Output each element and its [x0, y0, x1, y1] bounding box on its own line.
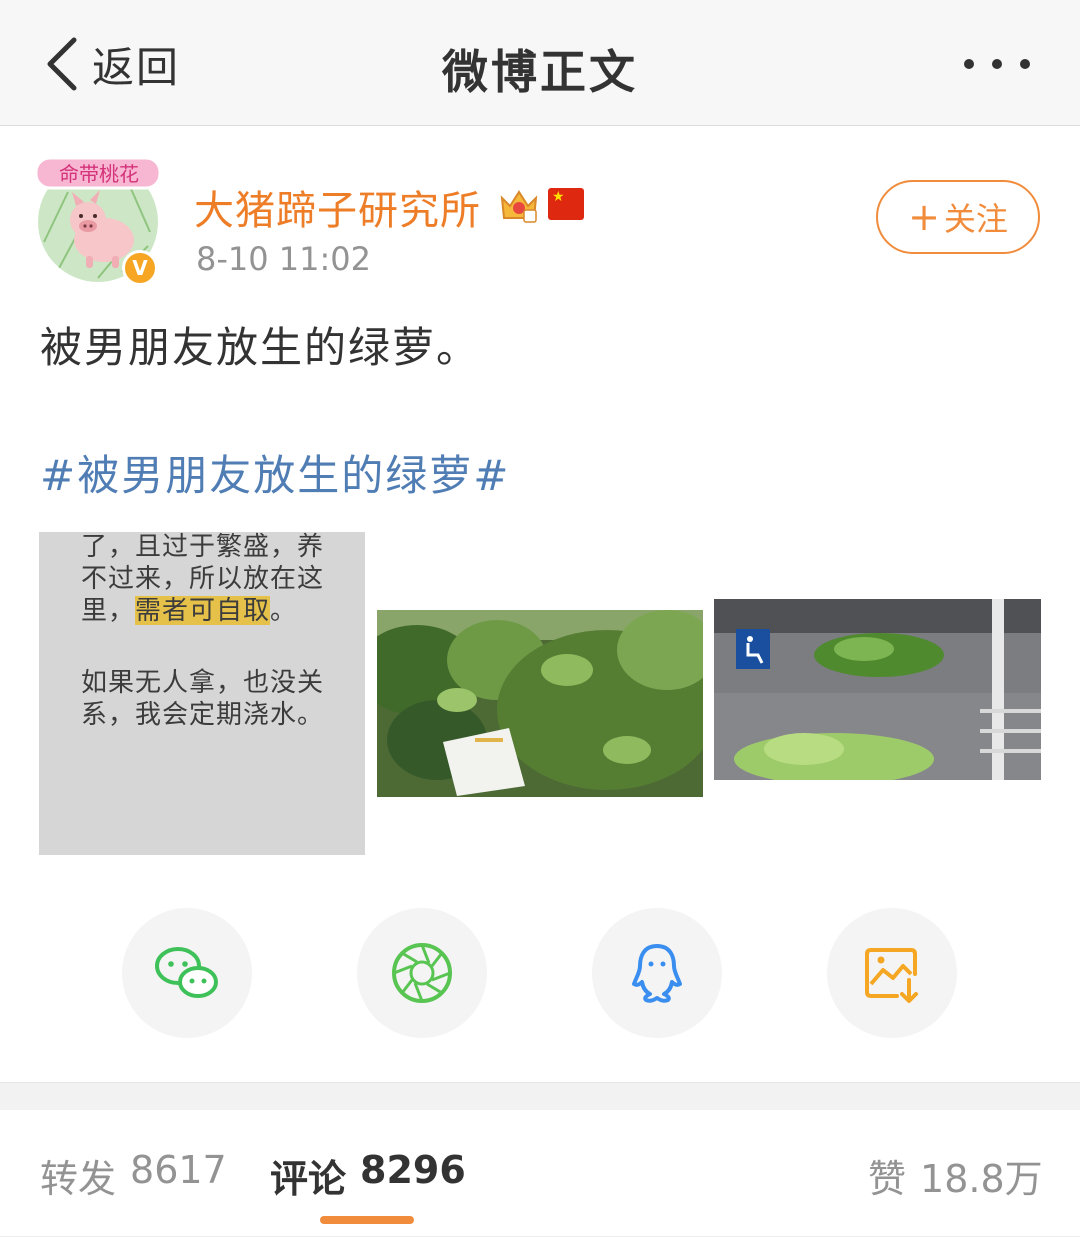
crown-vip-icon[interactable] [498, 184, 540, 224]
topic-hashtag-link[interactable]: #被男朋友放生的绿萝# [40, 442, 510, 503]
follow-label: 关注 [943, 200, 1008, 238]
wechat-icon [155, 947, 218, 998]
tab-comment-label: 评论 [270, 1157, 347, 1201]
note-line: 系，我会定期浇水。 [81, 700, 325, 729]
post-timestamp: 8-10 11:02 [196, 240, 372, 278]
tab-like-count: 18.8万 [920, 1157, 1043, 1201]
more-options-button[interactable] [964, 56, 1030, 72]
section-divider [0, 1082, 1080, 1110]
dot-icon [992, 59, 1002, 69]
navigation-bar: 返回 微博正文 [0, 0, 1080, 126]
tab-comment[interactable]: 评论 8296 [270, 1148, 466, 1203]
share-qq-button[interactable] [592, 908, 722, 1038]
post-image-building[interactable] [714, 599, 1041, 780]
dot-icon [1020, 59, 1030, 69]
save-image-button[interactable] [827, 908, 957, 1038]
post-image-plants[interactable] [377, 610, 703, 797]
follow-button[interactable]: + 关注 [876, 180, 1040, 254]
tab-like-label: 赞 [868, 1157, 907, 1201]
username[interactable]: 大猪蹄子研究所 [194, 178, 481, 236]
note-text: 里， [81, 596, 136, 625]
post-text: 被男朋友放生的绿萝。 [40, 323, 481, 372]
verified-badge: V [122, 250, 158, 286]
avatar[interactable]: 命带桃花 V [34, 150, 162, 286]
note-text: 。 [270, 596, 298, 625]
avatar-sticker-icon: 命带桃花 [34, 156, 162, 190]
plants-photo [377, 610, 703, 797]
share-wechat-button[interactable] [122, 908, 252, 1038]
tab-repost-label: 转发 [40, 1157, 117, 1201]
plus-icon: + [908, 195, 940, 239]
page-title: 微博正文 [442, 45, 638, 99]
active-tab-indicator [320, 1216, 414, 1224]
dot-icon [964, 59, 974, 69]
note-line: 里，需者可自取。 [81, 590, 297, 627]
share-moments-button[interactable] [357, 908, 487, 1038]
divider [0, 1236, 1080, 1237]
save-image-icon [865, 948, 918, 1003]
tab-repost-count: 8617 [130, 1148, 227, 1192]
tab-repost[interactable]: 转发 8617 [40, 1148, 227, 1203]
moments-icon [392, 943, 452, 1003]
svg-text:命带桃花: 命带桃花 [59, 162, 139, 186]
user-badges [498, 184, 584, 224]
note-highlight: 需者可自取 [135, 596, 271, 625]
post-image-note[interactable]: 了，且过于繁盛，养 不过来，所以放在这 里，需者可自取。 如果无人拿，也没关 系… [39, 532, 365, 855]
building-photo [714, 599, 1041, 780]
qq-icon [632, 944, 682, 1003]
china-flag-icon[interactable] [548, 188, 584, 220]
tab-comment-count: 8296 [360, 1148, 466, 1192]
tab-like[interactable]: 赞 18.8万 [868, 1148, 1043, 1203]
